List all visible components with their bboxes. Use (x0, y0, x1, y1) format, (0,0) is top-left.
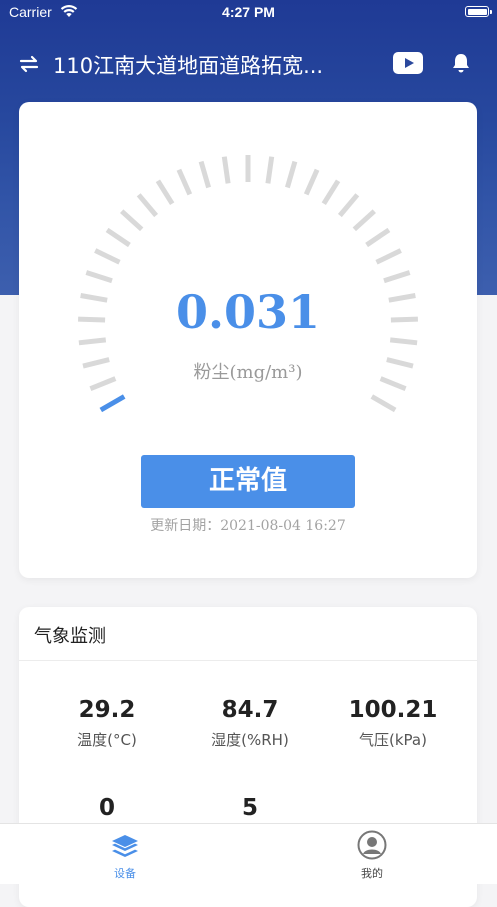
metric-value: 5 (241, 795, 258, 821)
metric-value: 29.2 (78, 697, 136, 723)
tab-label: 设备 (114, 867, 136, 880)
gauge-tick (370, 394, 397, 413)
gauge-tick (120, 209, 144, 232)
metric-label: 湿度(%RH) (211, 731, 289, 749)
metric-humidity: 84.7 湿度(%RH) (175, 697, 325, 750)
swap-icon[interactable] (18, 53, 40, 75)
gauge-tick (303, 168, 320, 196)
dust-unit-label: 粉尘(mg/m³) (193, 362, 303, 383)
gauge-tick (383, 270, 411, 284)
user-circle-icon (357, 830, 387, 860)
metric-value: 0 (98, 795, 115, 821)
top-bar: 110江南大道地面道路拓宽... (0, 46, 497, 82)
update-timestamp: 更新日期：2021-08-04 16:27 (150, 518, 346, 534)
metric-temperature: 29.2 温度(°C) (32, 697, 182, 750)
play-icon[interactable] (393, 52, 423, 74)
gauge-tick (365, 227, 391, 248)
gauge-tick (94, 248, 121, 265)
metric-pressure: 100.21 气压(kPa) (318, 697, 468, 750)
bottom-tab-bar: 设备 我的 (0, 823, 497, 884)
layers-icon (112, 835, 138, 857)
gauge-tick (375, 248, 402, 265)
metric-value: 100.21 (348, 697, 438, 723)
battery-icon (465, 6, 492, 17)
weather-card-title: 气象监测 (34, 626, 106, 647)
clock: 4:27 PM (222, 4, 275, 20)
gauge-tick (155, 179, 175, 206)
divider (19, 660, 477, 661)
tab-label: 我的 (361, 867, 383, 880)
gauge-tick (321, 179, 341, 206)
metric-value: 84.7 (221, 697, 279, 723)
bell-icon[interactable] (450, 52, 472, 74)
gauge-tick (78, 337, 107, 346)
status-bar: Carrier 4:27 PM (0, 0, 497, 26)
gauge-tick (265, 156, 275, 184)
dust-gauge-card: 0.031 粉尘(mg/m³) 正常值 更新日期：2021-08-04 16:2… (19, 102, 477, 578)
metric-label: 温度(°C) (77, 731, 137, 749)
gauge-tick (105, 227, 131, 248)
status-normal-button[interactable]: 正常值 (141, 455, 355, 508)
gauge-tick (176, 168, 193, 196)
gauge-tick (136, 193, 159, 218)
gauge-tick (284, 160, 298, 189)
gauge-tick-active (99, 394, 126, 413)
tab-mine[interactable]: 我的 (312, 824, 432, 884)
dust-reading-value: 0.031 (175, 285, 321, 339)
gauge-tick (85, 270, 113, 284)
gauge-tick (389, 337, 418, 346)
gauge-tick (337, 193, 360, 218)
metric-label: 气压(kPa) (359, 731, 427, 749)
tab-devices[interactable]: 设备 (65, 824, 185, 884)
gauge-tick (198, 160, 212, 189)
gauge-tick (352, 209, 376, 232)
site-title[interactable]: 110江南大道地面道路拓宽... (53, 50, 371, 80)
gauge-tick (221, 156, 231, 184)
